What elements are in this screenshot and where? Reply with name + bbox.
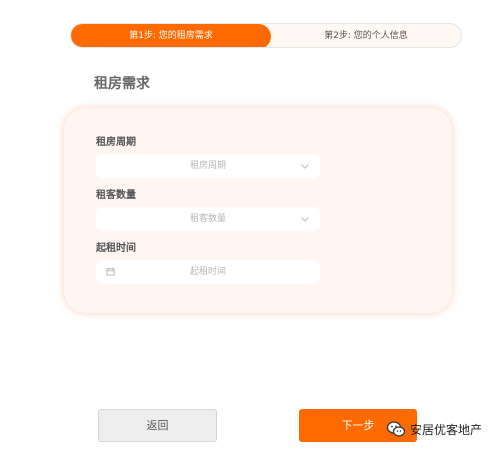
step-progress-bar: 第1步: 您的租房需求 第2步: 您的个人信息 (70, 23, 462, 48)
lease-period-placeholder: 租房周期 (189, 161, 226, 171)
tenant-count-label: 租客数量 (96, 190, 136, 201)
tenant-count-placeholder: 租客数量 (189, 214, 226, 224)
start-date-input[interactable]: 起租时间 (96, 260, 320, 284)
step-2-inactive[interactable]: 第2步: 您的个人信息 (271, 24, 461, 47)
start-date-placeholder: 起租时间 (189, 267, 226, 277)
back-button[interactable]: 返回 (98, 409, 217, 442)
watermark: 安居优客地产 (386, 418, 482, 440)
chevron-down-icon (301, 217, 309, 222)
start-date-label: 起租时间 (96, 243, 136, 254)
lease-period-select[interactable]: 租房周期 (96, 154, 320, 178)
calendar-icon (106, 267, 115, 276)
watermark-text: 安居优客地产 (410, 422, 483, 437)
step-1-active[interactable]: 第1步: 您的租房需求 (71, 24, 271, 47)
lease-period-label: 租房周期 (96, 137, 136, 148)
section-title: 租房需求 (94, 76, 150, 92)
tenant-count-select[interactable]: 租客数量 (96, 207, 320, 231)
chevron-down-icon (301, 164, 309, 169)
wechat-icon (386, 421, 406, 437)
